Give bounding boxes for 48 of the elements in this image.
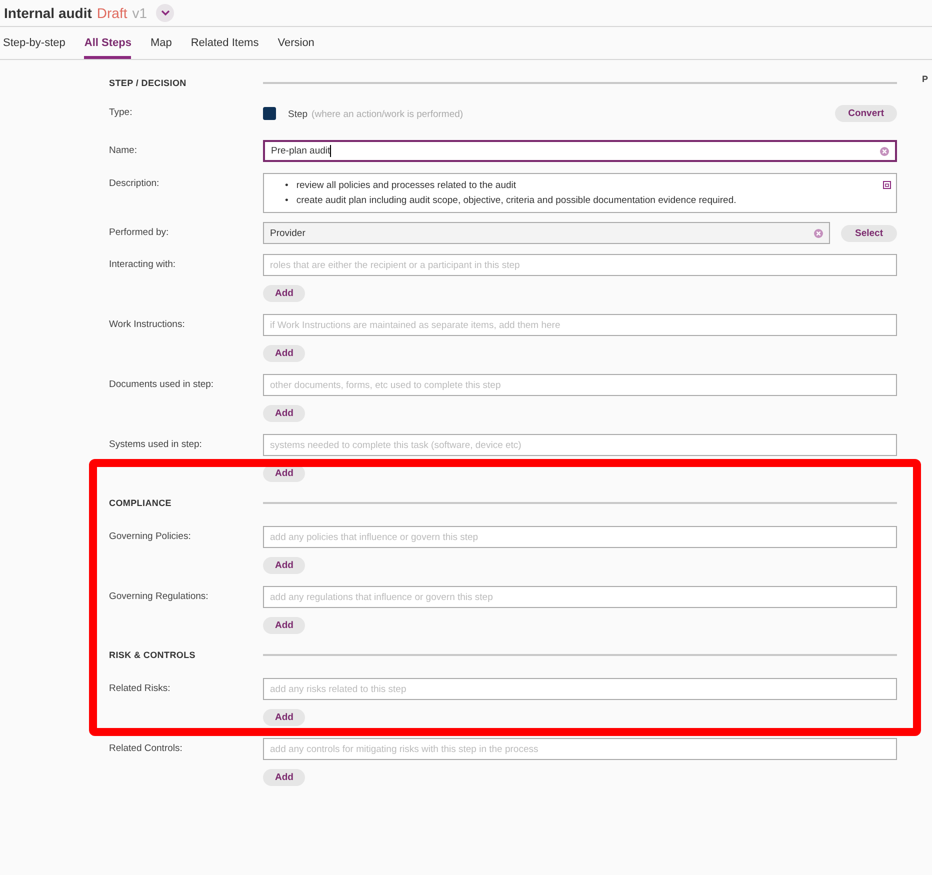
version-label: v1 (132, 5, 148, 21)
version-menu-button[interactable] (156, 4, 174, 22)
field-label: Governing Policies: (109, 530, 192, 544)
clear-icon[interactable] (880, 146, 889, 156)
select-button[interactable]: Select (841, 224, 897, 242)
expand-icon[interactable] (883, 181, 891, 189)
add-button[interactable]: Add (263, 405, 306, 422)
convert-button[interactable]: Convert (835, 104, 897, 122)
field-label: Name: (109, 144, 138, 158)
add-button[interactable]: Add (263, 617, 306, 634)
section-heading: COMPLIANCE (109, 498, 172, 508)
bullet-marker: • (285, 194, 288, 208)
chevron-down-icon (160, 10, 170, 16)
description-field[interactable]: • review all policies and processes related to the audit • create audit plan including audit scope, objective, criteria and possible documentation evidence required. (263, 173, 897, 213)
description-item: create audit plan including audit scope, objective, criteria and possible documentation evidence required. (296, 194, 736, 208)
add-button[interactable]: Add (263, 769, 306, 786)
add-button[interactable]: Add (263, 345, 306, 362)
section-heading: STEP / DECISION (109, 78, 188, 88)
field-label: Type: (109, 106, 134, 120)
add-button[interactable]: Add (263, 709, 306, 726)
field-label: Work Instructions: (109, 318, 186, 332)
tab[interactable]: All Steps (84, 27, 132, 59)
tab[interactable]: Map (150, 27, 172, 59)
field-label: Documents used in step: (109, 378, 215, 392)
tab[interactable]: Related Items (190, 27, 259, 59)
field-label: Description: (109, 177, 160, 191)
bullet-marker: • (285, 179, 288, 193)
add-button[interactable]: Add (263, 285, 306, 302)
add-button[interactable]: Add (263, 557, 306, 574)
field-label: Systems used in step: (109, 438, 203, 452)
document-title: Internal audit (4, 5, 92, 21)
performer-field[interactable]: Provider (263, 222, 830, 244)
description-item: review all policies and processes related to the audit (296, 179, 516, 193)
type-hint: (where an action/work is performed) (312, 109, 464, 120)
step-type-icon (263, 106, 276, 120)
field-label: Interacting with: (109, 258, 177, 272)
field-label: Performed by: (109, 226, 170, 240)
name-field[interactable]: Pre-plan audit (263, 140, 897, 162)
field-label: Related Risks: (109, 682, 172, 696)
tab[interactable]: Step-by-step (3, 27, 66, 59)
tab[interactable]: Version (278, 27, 314, 59)
clear-icon[interactable] (814, 228, 823, 238)
side-heading: P (922, 74, 928, 86)
field-label: Governing Regulations: (109, 590, 210, 604)
type-name: Step (288, 109, 308, 120)
section-heading: RISK & CONTROLS (109, 650, 197, 660)
field-label: Related Controls: (109, 742, 184, 756)
status-label: Draft (96, 5, 128, 21)
